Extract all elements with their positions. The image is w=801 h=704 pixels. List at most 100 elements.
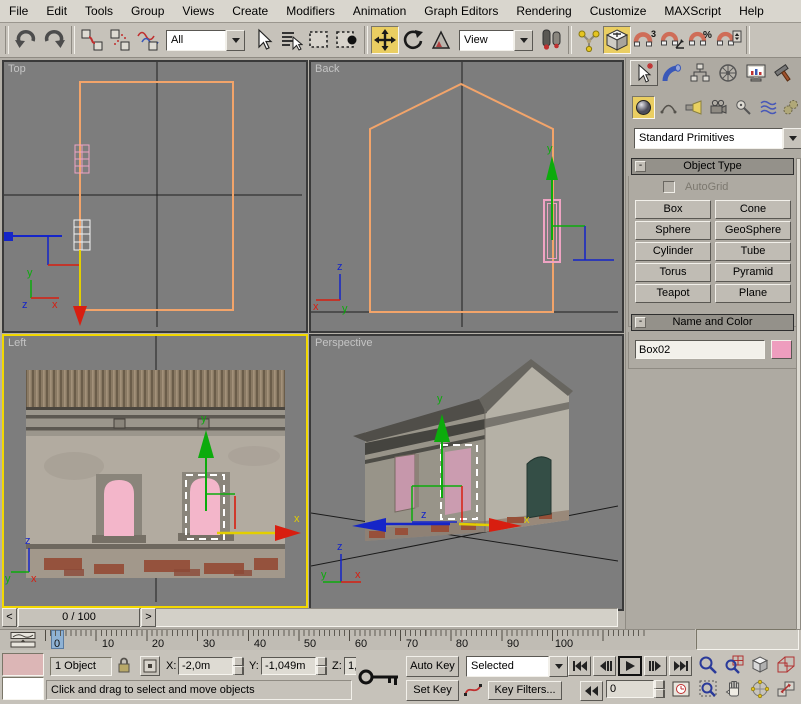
object-type-rollout-header[interactable]: - Object Type <box>631 158 794 175</box>
snaps-3d-button[interactable]: 3 <box>631 26 659 54</box>
tab-utilities[interactable] <box>770 60 798 86</box>
viewport-back-label[interactable]: Back <box>315 63 339 75</box>
category-systems[interactable] <box>779 96 801 119</box>
menu-group[interactable]: Group <box>122 1 173 22</box>
percent-snap-button[interactable]: % <box>687 26 715 54</box>
zoom-extents-button[interactable] <box>748 654 771 676</box>
menu-modifiers[interactable]: Modifiers <box>277 1 344 22</box>
viewport-back[interactable]: Back y z x y <box>309 60 624 333</box>
unlink-selection-button[interactable] <box>106 26 134 54</box>
menu-edit[interactable]: Edit <box>37 1 76 22</box>
bind-to-space-warp-button[interactable] <box>134 26 162 54</box>
autogrid-checkbox[interactable] <box>663 181 675 193</box>
select-by-name-button[interactable] <box>277 26 305 54</box>
category-lights[interactable] <box>682 96 705 119</box>
selection-lock-toggle[interactable] <box>116 656 132 679</box>
window-crossing-button[interactable] <box>333 26 361 54</box>
maxscript-listener-output[interactable] <box>2 653 44 676</box>
go-to-end-button[interactable] <box>669 656 692 676</box>
maximize-viewport-toggle-button[interactable] <box>774 678 797 700</box>
category-shapes[interactable] <box>657 96 680 119</box>
menu-file[interactable]: File <box>0 1 37 22</box>
create-pyramid-button[interactable]: Pyramid <box>715 263 791 282</box>
create-torus-button[interactable]: Torus <box>635 263 711 282</box>
tab-modify[interactable] <box>658 60 686 86</box>
viewport-left[interactable]: Left <box>2 334 308 608</box>
viewport-top[interactable]: Top y z x <box>2 60 308 333</box>
collapse-icon[interactable]: - <box>635 161 646 172</box>
create-teapot-button[interactable]: Teapot <box>635 284 711 303</box>
door-object[interactable] <box>527 457 551 518</box>
viewport-top-label[interactable]: Top <box>8 63 26 75</box>
create-cone-button[interactable]: Cone <box>715 200 791 219</box>
key-mode-toggle-button[interactable] <box>580 681 603 701</box>
zoom-region-button[interactable] <box>696 678 719 700</box>
select-object-button[interactable] <box>249 26 277 54</box>
viewport-perspective-label[interactable]: Perspective <box>315 337 372 349</box>
menu-customize[interactable]: Customize <box>581 1 656 22</box>
viewport-left-label[interactable]: Left <box>8 337 26 349</box>
create-box-button[interactable]: Box <box>635 200 711 219</box>
menu-views[interactable]: Views <box>173 1 223 22</box>
select-and-scale-button[interactable] <box>427 26 455 54</box>
current-frame-field[interactable] <box>606 680 654 698</box>
create-tube-button[interactable]: Tube <box>715 242 791 261</box>
keying-mode-arrow[interactable] <box>549 656 568 677</box>
window-object-1[interactable] <box>104 480 134 536</box>
time-configuration-button[interactable] <box>670 679 692 699</box>
coordinate-system-arrow[interactable] <box>514 30 533 51</box>
spinner-snap-button[interactable] <box>715 26 743 54</box>
category-helpers[interactable] <box>732 96 755 119</box>
y-coordinate-spinner[interactable] <box>316 657 327 675</box>
current-frame-spinner[interactable] <box>654 680 665 698</box>
name-color-rollout-header[interactable]: - Name and Color <box>631 314 794 331</box>
primitive-category-arrow[interactable] <box>783 128 801 149</box>
create-geosphere-button[interactable]: GeoSphere <box>715 221 791 240</box>
next-frame-button[interactable] <box>644 656 667 676</box>
select-and-manipulate-button[interactable] <box>575 26 603 54</box>
category-space-warps[interactable] <box>757 96 780 119</box>
menu-create[interactable]: Create <box>223 1 277 22</box>
create-plane-button[interactable]: Plane <box>715 284 791 303</box>
previous-frame-button[interactable] <box>593 656 616 676</box>
set-keys-button[interactable] <box>356 654 404 700</box>
time-slider-next-button[interactable]: > <box>141 608 156 627</box>
menu-animation[interactable]: Animation <box>344 1 415 22</box>
mini-curve-editor-button[interactable] <box>7 631 39 649</box>
menu-maxscript[interactable]: MAXScript <box>655 1 730 22</box>
house-model[interactable] <box>353 359 573 541</box>
reference-coordinate-dropdown[interactable]: View <box>459 30 533 51</box>
object-color-swatch[interactable] <box>771 340 792 359</box>
selection-filter-dropdown[interactable]: All <box>166 30 245 51</box>
x-coordinate-spinner[interactable] <box>233 657 244 675</box>
snap-toggle-button[interactable] <box>603 26 631 54</box>
collapse-icon[interactable]: - <box>635 317 646 328</box>
select-and-move-button[interactable] <box>371 26 399 54</box>
pan-button[interactable] <box>722 678 745 700</box>
selection-filter-arrow[interactable] <box>226 30 245 51</box>
selection-region-button[interactable] <box>305 26 333 54</box>
absolute-offset-mode-button[interactable] <box>140 656 160 676</box>
maxscript-listener-input[interactable] <box>2 677 44 700</box>
undo-button[interactable] <box>12 26 40 54</box>
zoom-button[interactable] <box>696 654 719 676</box>
viewport-perspective[interactable]: Perspective <box>309 334 624 611</box>
select-and-link-button[interactable] <box>78 26 106 54</box>
redo-button[interactable] <box>40 26 68 54</box>
tab-display[interactable] <box>742 60 770 86</box>
panel-scrollbar[interactable] <box>796 158 801 630</box>
play-button[interactable] <box>618 656 642 676</box>
y-coordinate-field[interactable] <box>261 657 316 675</box>
keying-mode-dropdown[interactable]: Selected <box>466 656 568 677</box>
select-and-rotate-button[interactable] <box>399 26 427 54</box>
create-cylinder-button[interactable]: Cylinder <box>635 242 711 261</box>
window-box-white-top[interactable] <box>74 220 90 250</box>
tab-hierarchy[interactable] <box>686 60 714 86</box>
menu-graph-editors[interactable]: Graph Editors <box>415 1 507 22</box>
menu-help[interactable]: Help <box>730 1 773 22</box>
window-box-selected-top[interactable] <box>75 145 89 173</box>
key-filters-button[interactable]: Key Filters... <box>488 681 562 700</box>
zoom-extents-all-button[interactable] <box>774 654 797 676</box>
category-cameras[interactable] <box>707 96 730 119</box>
wall-texture-photo[interactable] <box>26 370 285 578</box>
